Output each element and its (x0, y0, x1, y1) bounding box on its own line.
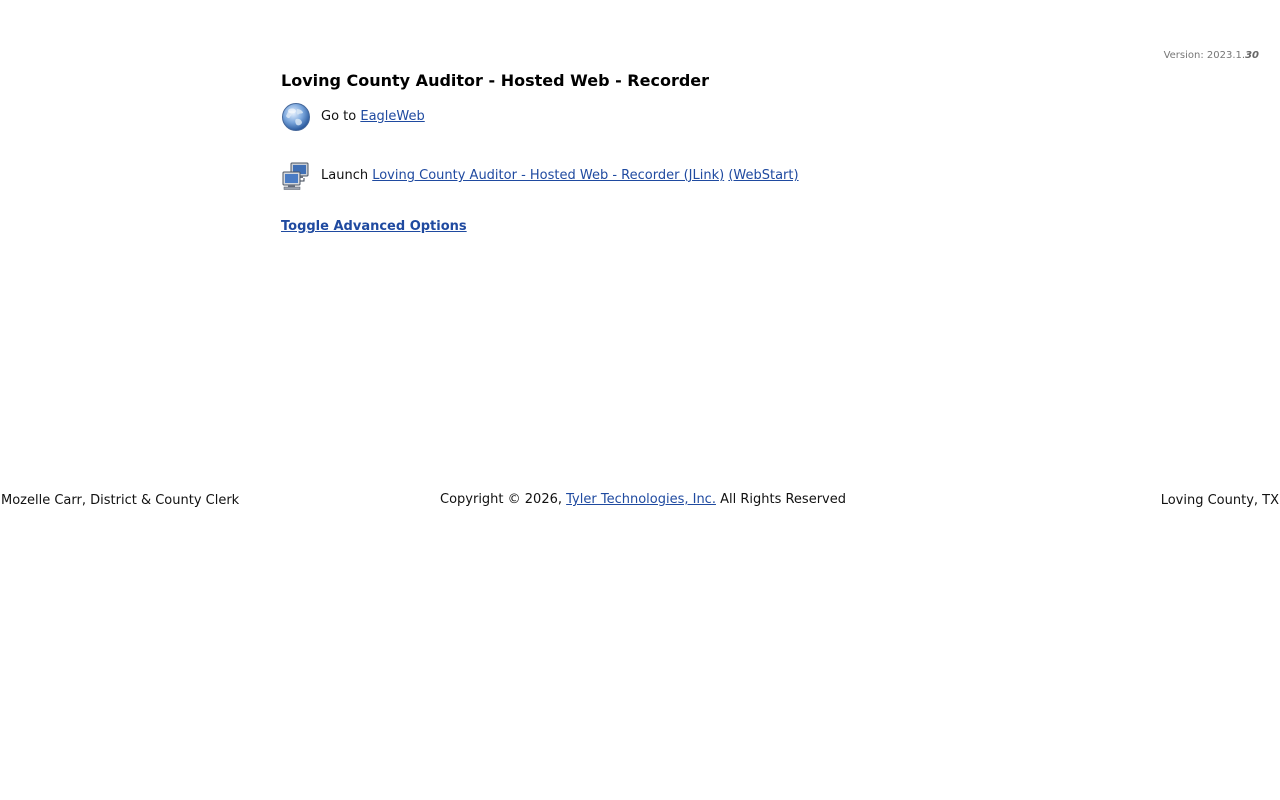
jlink-launch-link[interactable]: Loving County Auditor - Hosted Web - Rec… (372, 168, 724, 184)
globe-icon (281, 102, 311, 132)
toggle-advanced-options-link[interactable]: Toggle Advanced Options (281, 219, 467, 234)
eagleweb-prefix: Go to (321, 109, 357, 124)
webstart-launch-link[interactable]: (WebStart) (728, 168, 798, 184)
launch-row: Launch Loving County Auditor - Hosted We… (281, 161, 799, 191)
eagleweb-row: Go to EagleWeb (281, 102, 425, 132)
footer-clerk-name: Mozelle Carr, District & County Clerk (1, 493, 240, 508)
page-title: Loving County Auditor - Hosted Web - Rec… (281, 71, 710, 90)
version-prefix: Version: 2023.1. (1163, 50, 1246, 61)
footer-county: Loving County, TX (1160, 493, 1279, 508)
launch-prefix: Launch (321, 168, 369, 183)
copyright-suffix: All Rights Reserved (715, 492, 846, 507)
eagleweb-link[interactable]: EagleWeb (360, 109, 424, 125)
network-computers-icon (281, 161, 311, 191)
copyright-prefix: Copyright © 2026, (440, 492, 567, 507)
footer-copyright: Copyright © 2026, Tyler Technologies, In… (440, 492, 846, 508)
tyler-technologies-link[interactable]: Tyler Technologies, Inc. (566, 492, 716, 507)
version-label: Version: 2023.1.30 (1164, 50, 1259, 61)
footer: Mozelle Carr, District & County Clerk Co… (0, 492, 1280, 510)
page: Version: 2023.1.30 Loving County Auditor… (0, 0, 1280, 800)
version-build: 30 (1245, 50, 1259, 61)
main-content: Loving County Auditor - Hosted Web - Rec… (281, 71, 1081, 234)
